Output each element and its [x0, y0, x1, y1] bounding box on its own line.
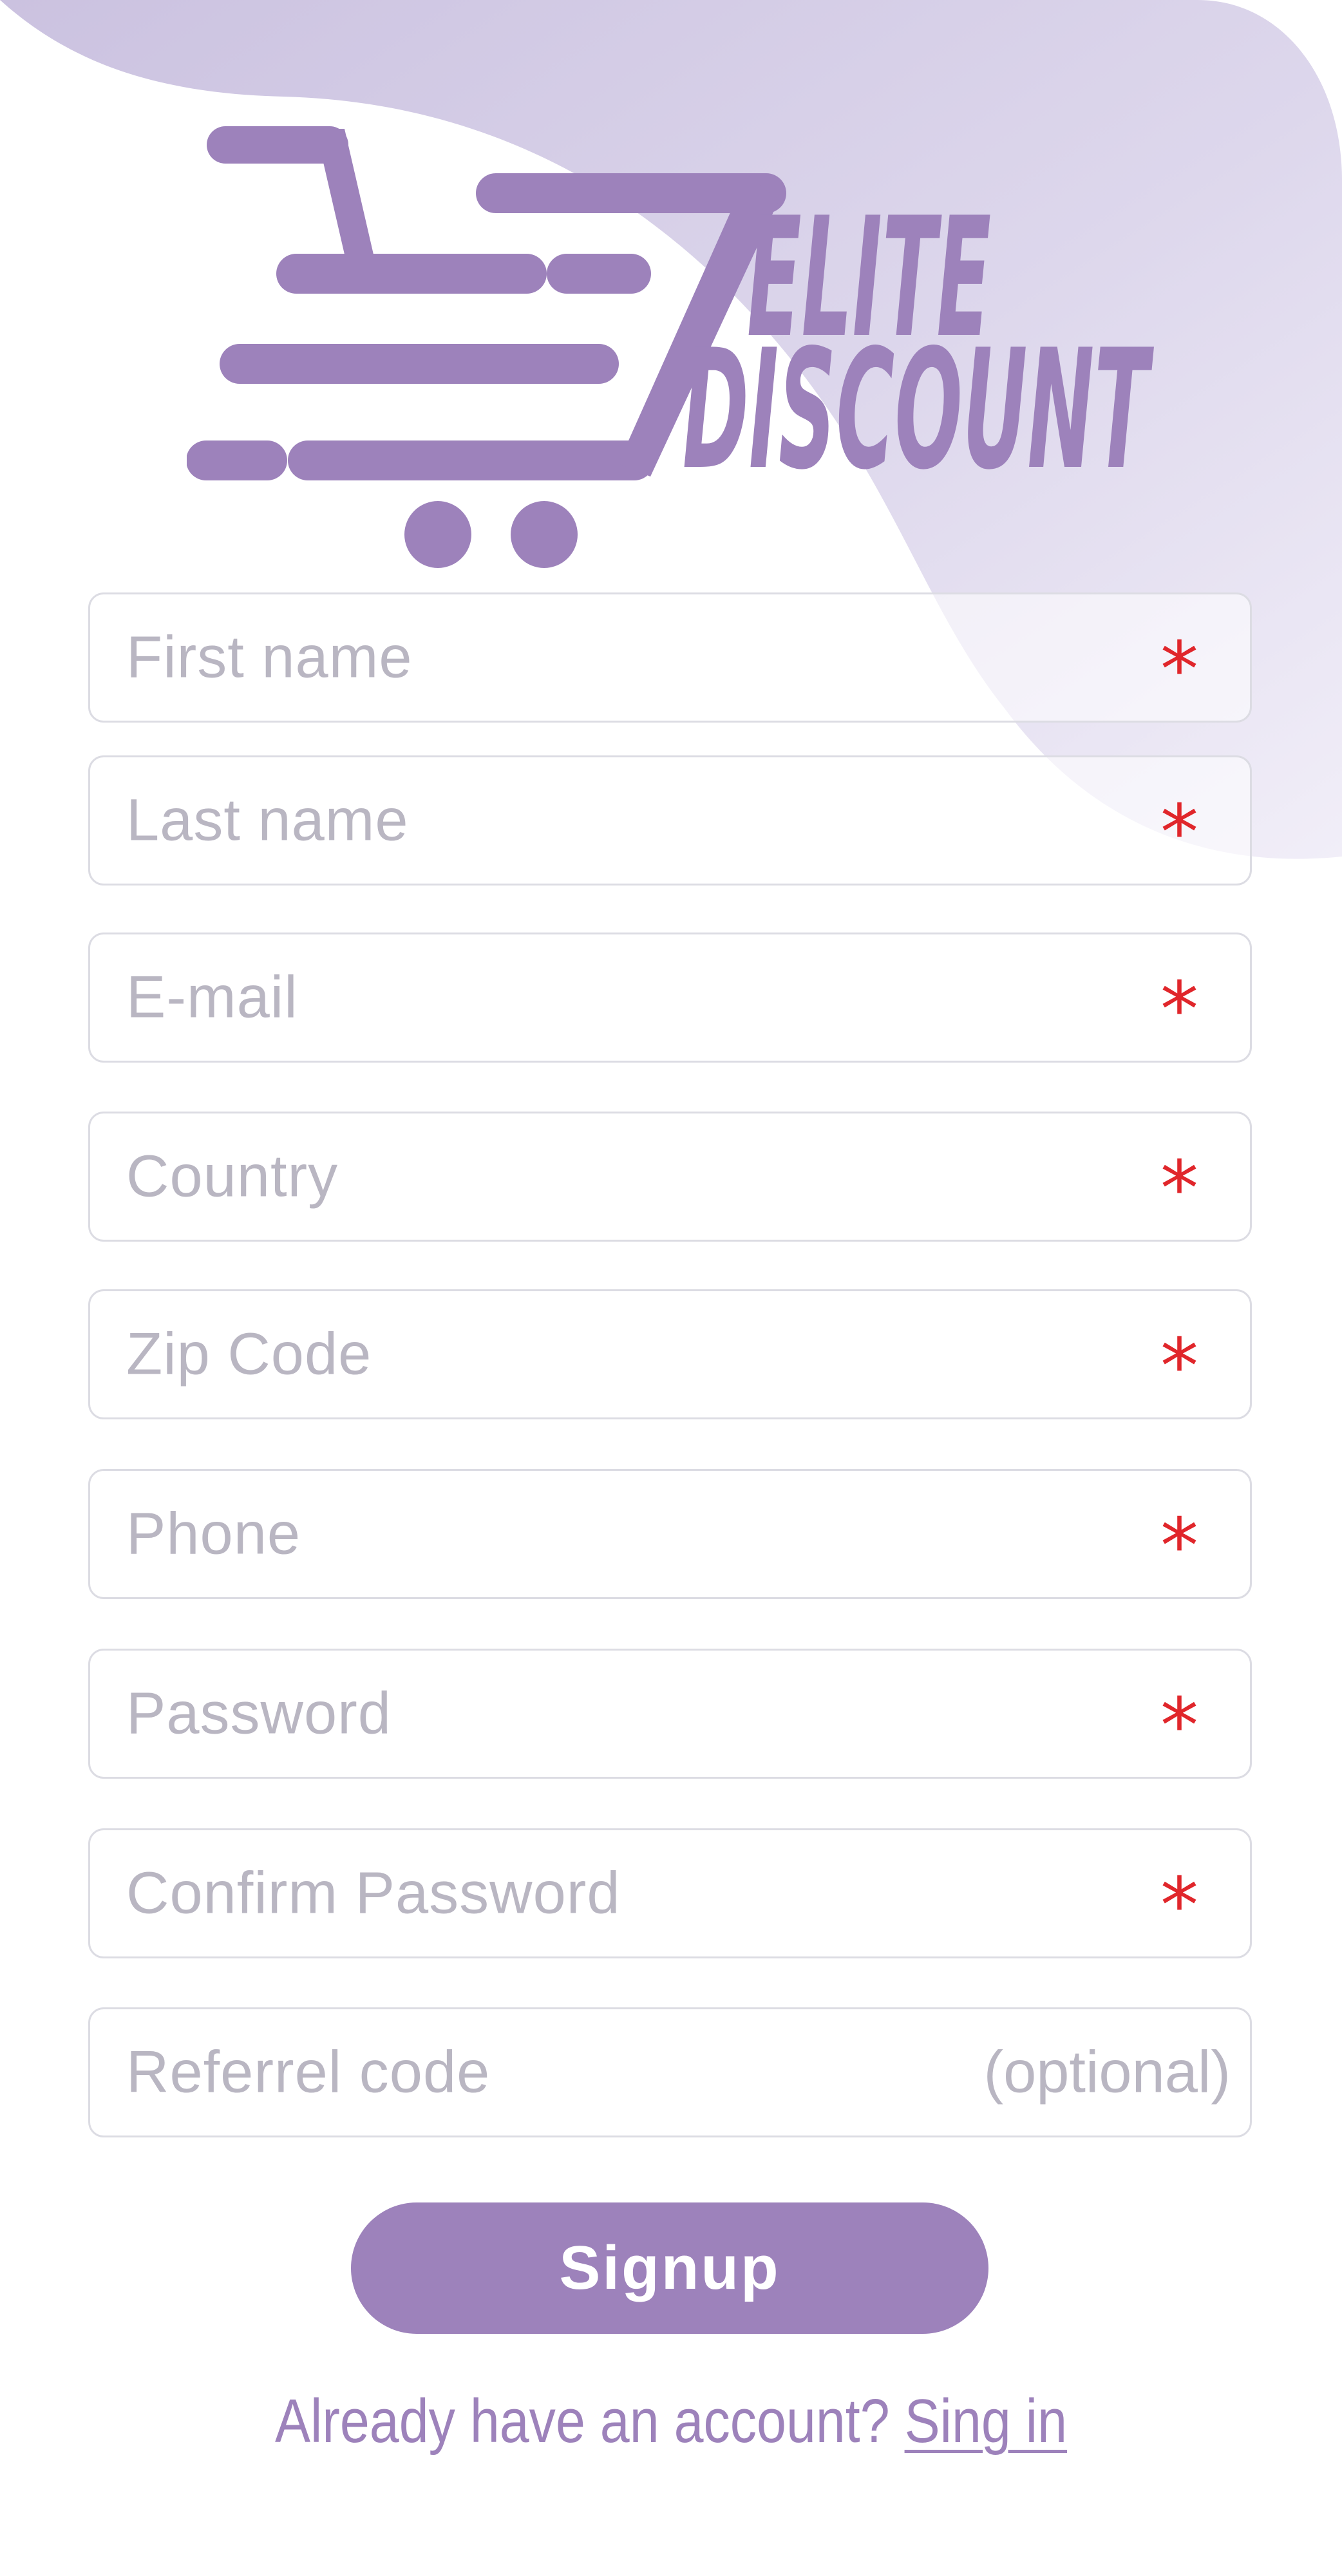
country-placeholder: Country: [126, 1143, 339, 1209]
required-indicator: *: [1160, 1321, 1198, 1411]
email-field[interactable]: E-mail *: [88, 933, 1252, 1063]
brand-logo: ELITE DISCOUNT: [187, 126, 1154, 568]
country-field[interactable]: Country *: [88, 1112, 1252, 1242]
required-indicator: *: [1160, 1861, 1198, 1950]
last-name-field[interactable]: Last name *: [88, 755, 1252, 886]
confirm-password-field[interactable]: Confirm Password *: [88, 1828, 1252, 1958]
referral-code-placeholder: Referrel code: [126, 2039, 491, 2105]
required-indicator: *: [1160, 788, 1198, 877]
password-field[interactable]: Password *: [88, 1649, 1252, 1779]
brand-name: ELITE DISCOUNT: [683, 182, 1154, 506]
required-indicator: *: [1160, 965, 1198, 1054]
zip-code-field[interactable]: Zip Code *: [88, 1289, 1252, 1419]
brand-line2: DISCOUNT: [683, 314, 1154, 506]
password-placeholder: Password: [126, 1680, 392, 1747]
first-name-field[interactable]: First name *: [88, 592, 1252, 723]
phone-field[interactable]: Phone *: [88, 1469, 1252, 1599]
signup-button[interactable]: Signup: [351, 2202, 988, 2334]
required-indicator: *: [1160, 1681, 1198, 1770]
signin-link[interactable]: Sing in: [905, 2387, 1067, 2456]
signin-prompt-text: Already have an account?: [274, 2387, 890, 2456]
email-placeholder: E-mail: [126, 964, 298, 1030]
referral-code-field[interactable]: Referrel code (optional): [88, 2007, 1252, 2137]
first-name-placeholder: First name: [126, 624, 413, 690]
required-indicator: *: [1160, 625, 1198, 714]
signin-prompt: Already have an account? Sing in: [94, 2386, 1248, 2457]
optional-label: (optional): [983, 2039, 1231, 2105]
last-name-placeholder: Last name: [126, 787, 409, 853]
zip-code-placeholder: Zip Code: [126, 1321, 372, 1387]
phone-placeholder: Phone: [126, 1501, 301, 1567]
required-indicator: *: [1160, 1501, 1198, 1591]
confirm-password-placeholder: Confirm Password: [126, 1860, 621, 1926]
required-indicator: *: [1160, 1144, 1198, 1233]
